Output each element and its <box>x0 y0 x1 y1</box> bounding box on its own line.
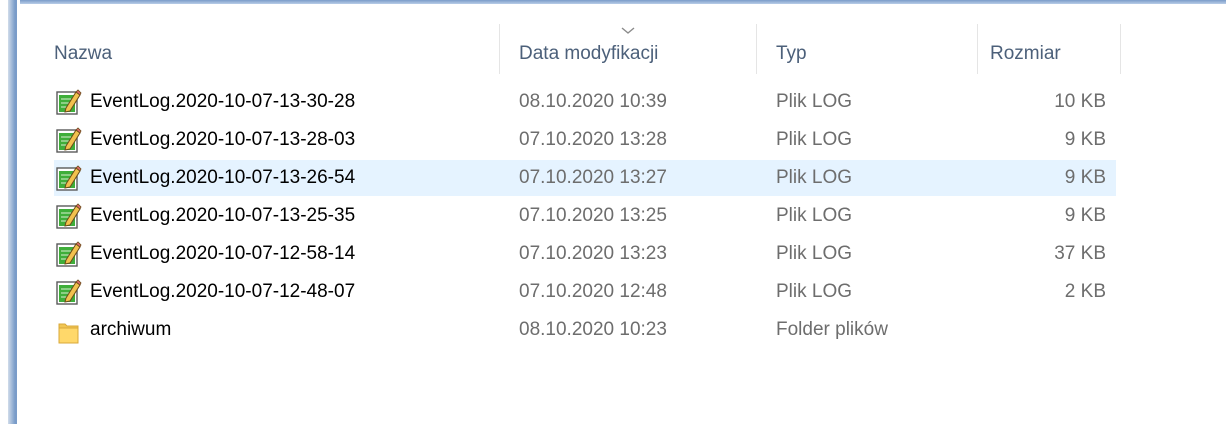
file-date: 07.10.2020 13:25 <box>519 205 667 226</box>
file-size: 37 KB <box>1054 243 1106 264</box>
sort-descending-icon <box>621 27 635 34</box>
file-size: 9 KB <box>1064 167 1106 188</box>
file-list-panel: Nazwa Data modyfikacji Typ Rozmiar Event… <box>20 4 1226 424</box>
column-header-name[interactable]: Nazwa <box>54 24 494 84</box>
file-type: Plik LOG <box>776 243 853 264</box>
file-name: archiwum <box>90 319 172 340</box>
file-date: 07.10.2020 12:48 <box>519 281 667 302</box>
file-row[interactable]: EventLog.2020-10-07-12-58-14 07.10.2020 1… <box>54 236 1116 272</box>
file-row[interactable]: EventLog.2020-10-07-13-26-54 07.10.2020 1… <box>54 160 1116 196</box>
file-name: EventLog.2020-10-07-13-26-54 <box>90 167 356 188</box>
file-date: 07.10.2020 13:23 <box>519 243 667 264</box>
file-type: Plik LOG <box>776 129 853 150</box>
file-size: 2 KB <box>1064 281 1106 302</box>
file-name: EventLog.2020-10-07-12-58-14 <box>90 243 356 264</box>
log-file-icon <box>56 89 82 115</box>
column-divider[interactable] <box>1120 24 1121 74</box>
file-type: Plik LOG <box>776 91 853 112</box>
folder-icon <box>58 323 79 344</box>
column-header-size[interactable]: Rozmiar <box>990 24 1110 84</box>
log-file-icon <box>56 127 82 153</box>
file-row[interactable]: EventLog.2020-10-07-13-25-35 07.10.2020 1… <box>54 198 1116 234</box>
log-file-icon <box>56 279 82 305</box>
log-file-icon <box>56 165 82 191</box>
column-divider[interactable] <box>756 24 757 74</box>
column-header-row: Nazwa Data modyfikacji Typ Rozmiar <box>20 24 1226 84</box>
file-type: Folder plików <box>776 319 888 340</box>
file-name: EventLog.2020-10-07-13-28-03 <box>90 129 356 150</box>
file-row[interactable]: EventLog.2020-10-07-12-48-07 07.10.2020 1… <box>54 274 1116 310</box>
file-date: 07.10.2020 13:28 <box>519 129 667 150</box>
file-name: EventLog.2020-10-07-13-30-28 <box>90 91 356 112</box>
file-type: Plik LOG <box>776 167 853 188</box>
file-size: 9 KB <box>1064 129 1106 150</box>
file-date: 08.10.2020 10:23 <box>519 319 667 340</box>
file-type: Plik LOG <box>776 281 853 302</box>
file-name: EventLog.2020-10-07-12-48-07 <box>90 281 356 302</box>
file-row[interactable]: archiwum 08.10.2020 10:23 Folder plików <box>54 312 1116 348</box>
file-size: 10 KB <box>1054 91 1106 112</box>
log-file-icon <box>56 203 82 229</box>
file-name: EventLog.2020-10-07-13-25-35 <box>90 205 356 226</box>
file-size <box>992 312 1106 348</box>
log-file-icon <box>56 241 82 267</box>
file-type: Plik LOG <box>776 205 853 226</box>
column-divider[interactable] <box>499 24 500 74</box>
file-date: 07.10.2020 13:27 <box>519 167 667 188</box>
file-row[interactable]: EventLog.2020-10-07-13-28-03 07.10.2020 1… <box>54 122 1116 158</box>
window-left-border <box>0 0 20 424</box>
file-row[interactable]: EventLog.2020-10-07-13-30-28 08.10.2020 1… <box>54 84 1116 120</box>
file-size: 9 KB <box>1064 205 1106 226</box>
column-divider[interactable] <box>977 24 978 74</box>
column-header-type[interactable]: Typ <box>776 24 966 84</box>
file-date: 08.10.2020 10:39 <box>519 91 667 112</box>
